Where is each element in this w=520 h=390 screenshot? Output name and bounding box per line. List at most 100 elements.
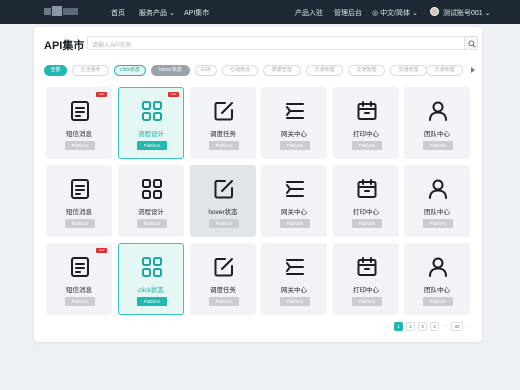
card-name: 调度任务 bbox=[210, 287, 236, 294]
nav-product-entry[interactable]: 产品入驻 bbox=[295, 8, 323, 18]
platform-tag: Platform bbox=[137, 297, 167, 306]
filter-chip[interactable]: 数据智能 bbox=[263, 65, 301, 76]
language-switch[interactable]: ◎ 中文/简体 ⌄ bbox=[372, 8, 418, 18]
api-card[interactable]: 网关中心 Platform bbox=[261, 87, 327, 159]
search-button[interactable] bbox=[464, 36, 478, 50]
edit-icon bbox=[213, 256, 235, 278]
platform-tag: Platform bbox=[423, 141, 453, 150]
globe-icon: ◎ bbox=[372, 10, 379, 17]
chevron-right-icon[interactable] bbox=[471, 67, 475, 73]
nav-api-market[interactable]: API集市 bbox=[184, 8, 209, 18]
filter-chip[interactable]: 仓储物流 bbox=[222, 65, 258, 76]
page-button[interactable]: 30 bbox=[451, 322, 463, 331]
api-card[interactable]: new 短信消息 Platform bbox=[46, 87, 112, 159]
api-card[interactable]: 团队中心 Platform bbox=[404, 87, 470, 159]
edit-icon bbox=[213, 100, 235, 122]
grid-icon bbox=[141, 178, 163, 200]
calendar-icon bbox=[356, 256, 378, 278]
platform-tag: Platform bbox=[65, 219, 95, 228]
platform-tag: Platform bbox=[352, 297, 382, 306]
page-button[interactable]: 1 bbox=[394, 322, 403, 331]
card-name: click状态 bbox=[138, 287, 164, 294]
card-name: 团队中心 bbox=[424, 209, 450, 216]
api-card[interactable]: 打印中心 Platform bbox=[333, 165, 399, 237]
card-name: 网关中心 bbox=[281, 131, 307, 138]
filter-chip[interactable]: 全部 bbox=[44, 65, 67, 76]
platform-tag: Platform bbox=[352, 141, 382, 150]
gateway-icon bbox=[284, 178, 306, 200]
chevron-down-icon: ⌄ bbox=[411, 10, 418, 17]
user-icon bbox=[427, 256, 449, 278]
page-button[interactable]: 2 bbox=[406, 322, 415, 331]
calendar-icon bbox=[356, 100, 378, 122]
page-button[interactable]: 4 bbox=[430, 322, 439, 331]
account-name: 测试账号001 bbox=[443, 10, 483, 17]
api-card[interactable]: 网关中心 Platform bbox=[261, 165, 327, 237]
platform-tag: Platform bbox=[137, 219, 167, 228]
filter-chip[interactable]: ERP bbox=[195, 65, 217, 76]
new-badge: new bbox=[96, 92, 107, 97]
account-menu[interactable]: 测试账号001 ⌄ bbox=[443, 8, 491, 18]
api-card[interactable]: 流程设计 Platform bbox=[118, 165, 184, 237]
platform-tag: Platform bbox=[280, 297, 310, 306]
platform-tag: Platform bbox=[209, 219, 239, 228]
filter-chip[interactable]: 生活服务 bbox=[72, 65, 109, 76]
card-name: 打印中心 bbox=[353, 131, 379, 138]
platform-tag: Platform bbox=[65, 141, 95, 150]
api-card[interactable]: 网关中心 Platform bbox=[261, 243, 327, 315]
nav-admin[interactable]: 管理后台 bbox=[334, 8, 362, 18]
api-card[interactable]: click状态 Platform bbox=[118, 243, 184, 315]
platform-tag: Platform bbox=[423, 219, 453, 228]
card-name: 打印中心 bbox=[353, 209, 379, 216]
platform-tag: Platform bbox=[209, 297, 239, 306]
page-title: API集市 bbox=[44, 40, 85, 52]
main-panel: API集市 请输入API名称 全部 生活服务 click状态 hover状态 ERP 仓储… bbox=[34, 27, 482, 342]
platform-tag: Platform bbox=[137, 141, 167, 150]
card-name: 网关中心 bbox=[281, 209, 307, 216]
nav-services-label: 服务产品 bbox=[139, 10, 167, 17]
gateway-icon bbox=[284, 256, 306, 278]
api-card[interactable]: 调度任务 Platform bbox=[190, 243, 256, 315]
new-badge: new bbox=[168, 92, 179, 97]
filter-chip[interactable]: hover状态 bbox=[151, 65, 190, 76]
top-navbar: 首页 服务产品 ⌄ API集市 产品入驻 管理后台 ◎ 中文/简体 ⌄ 测试账号… bbox=[0, 0, 520, 24]
document-icon bbox=[69, 256, 91, 278]
filter-chip[interactable]: 交通地理 bbox=[390, 65, 427, 76]
logo[interactable] bbox=[44, 5, 80, 18]
page-button[interactable]: 3 bbox=[418, 322, 427, 331]
nav-services[interactable]: 服务产品 ⌄ bbox=[139, 8, 175, 18]
api-card[interactable]: new 流程设计 Platform bbox=[118, 87, 184, 159]
search-input[interactable]: 请输入API名称 bbox=[87, 36, 465, 50]
platform-tag: Platform bbox=[65, 297, 95, 306]
card-name: 打印中心 bbox=[353, 287, 379, 294]
next-page-icon[interactable]: › bbox=[465, 322, 474, 331]
platform-tag: Platform bbox=[209, 141, 239, 150]
api-card[interactable]: new 短信消息 Platform bbox=[46, 243, 112, 315]
chevron-down-icon: ⌄ bbox=[484, 10, 491, 17]
platform-tag: Platform bbox=[423, 297, 453, 306]
language-label: 中文/简体 bbox=[380, 10, 411, 17]
api-card[interactable]: 打印中心 Platform bbox=[333, 87, 399, 159]
card-name: 流程设计 bbox=[138, 209, 164, 216]
filter-chip[interactable]: 交通地理 bbox=[348, 65, 385, 76]
platform-tag: Platform bbox=[352, 219, 382, 228]
document-icon bbox=[69, 100, 91, 122]
api-card[interactable]: 团队中心 Platform bbox=[404, 243, 470, 315]
api-card[interactable]: hover状态 Platform bbox=[190, 165, 256, 237]
avatar[interactable] bbox=[430, 7, 439, 16]
filter-chip[interactable]: 交通地理 bbox=[426, 65, 463, 76]
api-card[interactable]: 调度任务 Platform bbox=[190, 87, 256, 159]
nav-home[interactable]: 首页 bbox=[111, 8, 125, 18]
page-button[interactable]: ··· bbox=[441, 322, 450, 331]
api-card[interactable]: 团队中心 Platform bbox=[404, 165, 470, 237]
calendar-icon bbox=[356, 178, 378, 200]
filter-chip[interactable]: 交通地理 bbox=[306, 65, 343, 76]
prev-page-icon[interactable]: ‹ bbox=[383, 322, 392, 331]
api-card[interactable]: 打印中心 Platform bbox=[333, 243, 399, 315]
card-name: 短信消息 bbox=[66, 287, 92, 294]
api-card[interactable]: 短信消息 Platform bbox=[46, 165, 112, 237]
chevron-down-icon: ⌄ bbox=[168, 10, 175, 17]
platform-tag: Platform bbox=[280, 141, 310, 150]
filter-chip[interactable]: click状态 bbox=[114, 65, 146, 76]
grid-icon bbox=[141, 256, 163, 278]
